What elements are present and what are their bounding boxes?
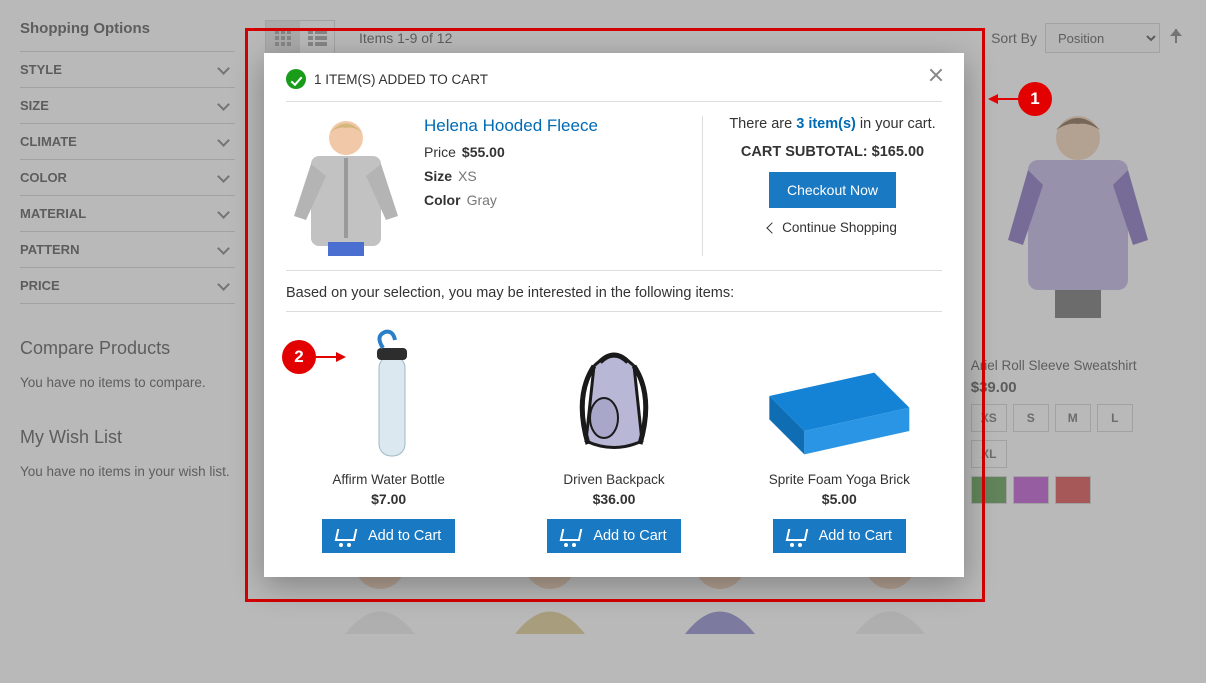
callout-2: 2 bbox=[282, 340, 316, 374]
callout-arrow-icon bbox=[990, 98, 1018, 100]
callout-1: 1 bbox=[1018, 82, 1052, 116]
continue-shopping-link[interactable]: Continue Shopping bbox=[768, 220, 897, 235]
callout-arrow-icon bbox=[316, 356, 344, 358]
cart-icon bbox=[561, 527, 583, 545]
reco-image bbox=[511, 326, 716, 466]
added-to-cart-modal: 1 ITEM(S) ADDED TO CART Helena Hooded Fl… bbox=[264, 53, 964, 577]
reco-price: $36.00 bbox=[511, 491, 716, 507]
reco-item: Sprite Foam Yoga Brick $5.00 Add to Cart bbox=[737, 326, 942, 553]
added-product-link[interactable]: Helena Hooded Fleece bbox=[424, 116, 598, 135]
cart-subtotal: CART SUBTOTAL: $165.00 bbox=[741, 144, 924, 160]
reco-name[interactable]: Affirm Water Bottle bbox=[286, 472, 491, 487]
recommendations-heading: Based on your selection, you may be inte… bbox=[286, 271, 942, 312]
add-to-cart-button[interactable]: Add to Cart bbox=[322, 519, 455, 553]
reco-item: Driven Backpack $36.00 Add to Cart bbox=[511, 326, 716, 553]
reco-name[interactable]: Sprite Foam Yoga Brick bbox=[737, 472, 942, 487]
cart-icon bbox=[336, 527, 358, 545]
close-icon[interactable] bbox=[928, 67, 944, 83]
checkout-button[interactable]: Checkout Now bbox=[769, 172, 896, 208]
modal-title: 1 ITEM(S) ADDED TO CART bbox=[314, 72, 488, 87]
cart-icon bbox=[787, 527, 809, 545]
reco-name[interactable]: Driven Backpack bbox=[511, 472, 716, 487]
cart-count-line: There are 3 item(s) in your cart. bbox=[729, 116, 935, 132]
chevron-left-icon bbox=[766, 222, 777, 233]
reco-price: $5.00 bbox=[737, 491, 942, 507]
cart-count-link[interactable]: 3 item(s) bbox=[796, 116, 856, 132]
check-icon bbox=[286, 69, 306, 89]
reco-image bbox=[737, 326, 942, 466]
added-product-image bbox=[286, 116, 406, 256]
add-to-cart-button[interactable]: Add to Cart bbox=[547, 519, 680, 553]
reco-price: $7.00 bbox=[286, 491, 491, 507]
add-to-cart-button[interactable]: Add to Cart bbox=[773, 519, 906, 553]
